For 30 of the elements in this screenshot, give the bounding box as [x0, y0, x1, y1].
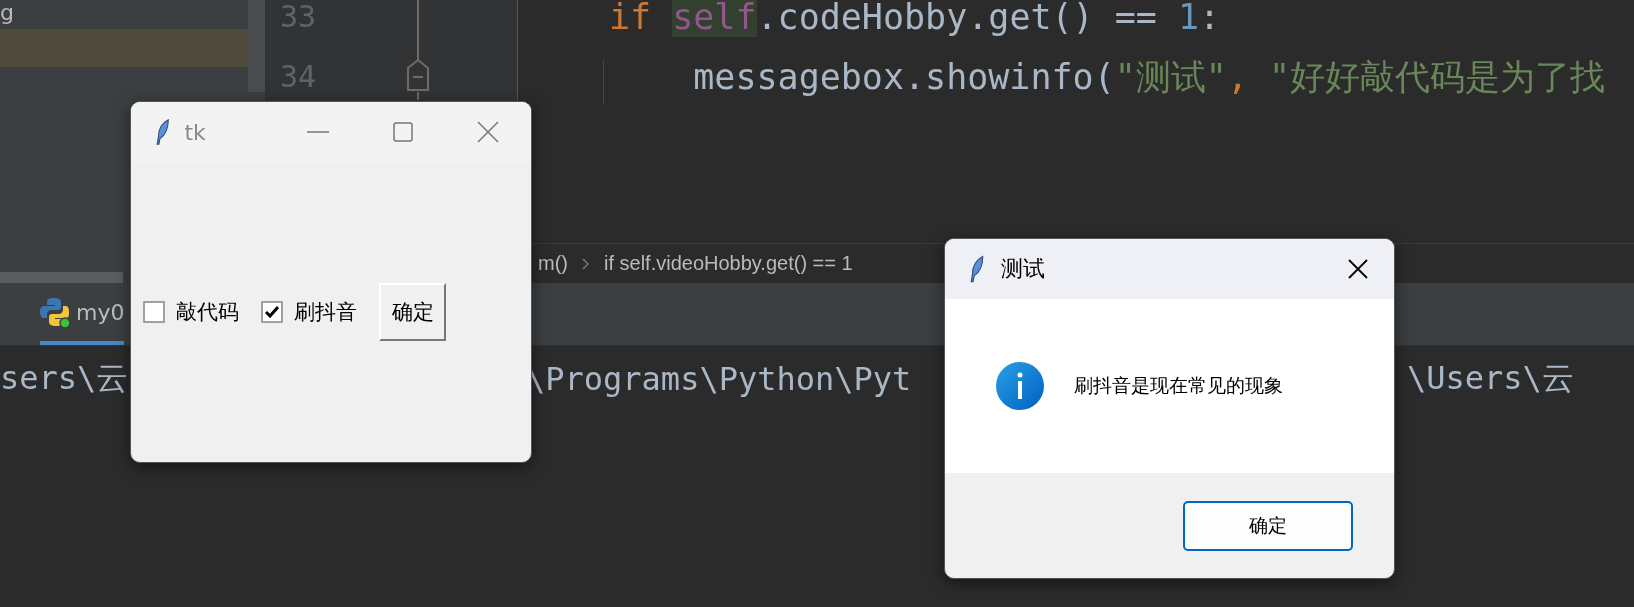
close-icon[interactable]: [1348, 259, 1368, 279]
checkbox-label[interactable]: 敲代码: [176, 298, 239, 326]
check-icon: [265, 306, 279, 318]
console-output: \Users\云: [1407, 359, 1574, 397]
run-tab[interactable]: my0: [40, 283, 125, 345]
scrollbar[interactable]: [248, 0, 265, 92]
chevron-icon: [582, 257, 590, 270]
project-tree-item[interactable]: g: [0, 0, 248, 29]
checkbox[interactable]: [143, 301, 165, 323]
checkbox-label[interactable]: 刷抖音: [294, 298, 357, 326]
feather-icon: [969, 255, 985, 283]
console-output: sers\云: [0, 359, 129, 397]
maximize-icon[interactable]: [393, 122, 414, 142]
feather-icon: [155, 118, 171, 146]
console-output: \Programs\Python\Pyt: [526, 360, 912, 398]
ok-button[interactable]: 确定: [1183, 501, 1353, 551]
code-line: messagebox.showinfo("测试", "好好敲代码是为了找: [692, 56, 1606, 99]
checkbox[interactable]: [261, 301, 283, 323]
dialog-title: 测试: [1001, 255, 1046, 283]
breadcrumb[interactable]: if self.videoHobby.get() == 1: [604, 252, 853, 275]
scrollbar[interactable]: [0, 272, 123, 283]
window-title: tk: [184, 119, 207, 145]
code-line: if self.codeHobby.get() == 1:: [609, 0, 1221, 39]
fold-marker-icon: [404, 0, 432, 100]
breadcrumb[interactable]: m(): [538, 252, 568, 275]
dialog-message: 刷抖音是现在常见的现象: [1074, 373, 1283, 398]
confirm-button[interactable]: 确定: [379, 283, 446, 341]
minimize-icon[interactable]: [307, 131, 330, 133]
info-icon: [996, 362, 1044, 410]
file-type-icon: [40, 296, 70, 328]
